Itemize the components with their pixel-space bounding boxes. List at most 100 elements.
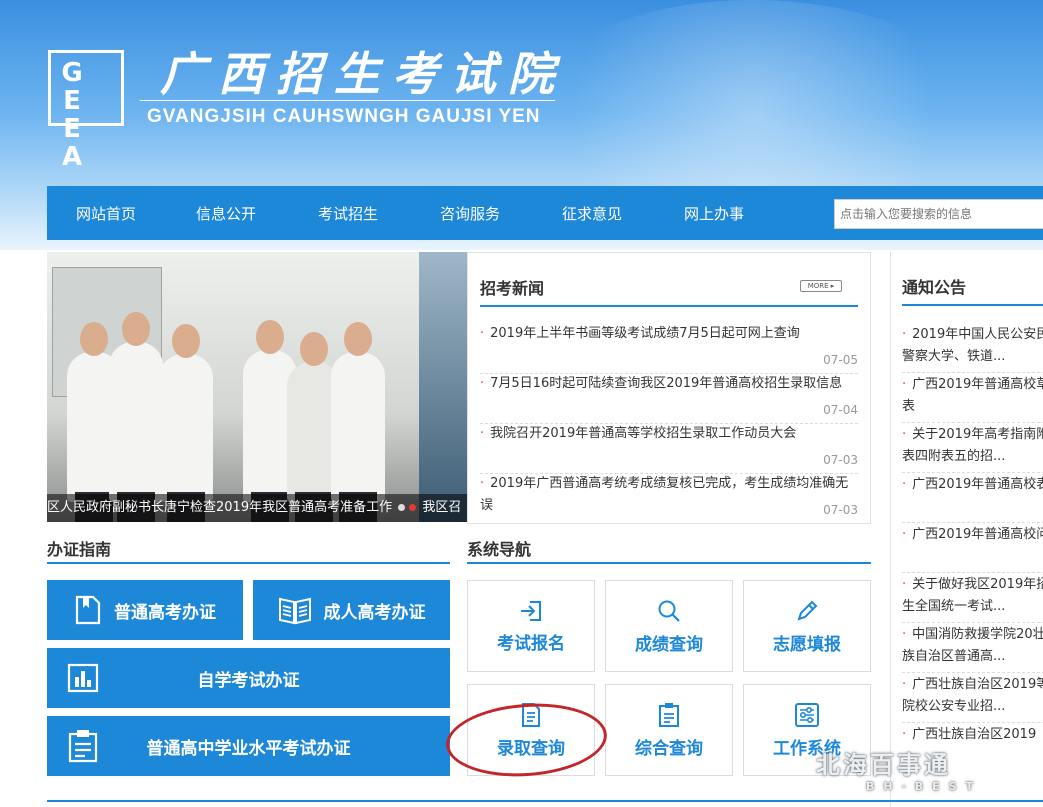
nav-exam-admission[interactable]: 考试招生 xyxy=(287,203,409,224)
news-item-title[interactable]: 2019年广西普通高考统考成绩复核已完成，考生成绩均准确无误 xyxy=(480,476,848,513)
logo-letter: E xyxy=(63,86,81,116)
notice-separator xyxy=(902,422,1043,423)
clipboard-icon xyxy=(68,730,98,763)
title-divider xyxy=(140,100,555,101)
slide-caption[interactable]: 区人民政府副秘书长唐宁检查2019年我区普通高考准备工作 我区召 xyxy=(47,494,467,522)
self-study-exam-cert-button[interactable]: 自学考试办证 xyxy=(47,648,450,708)
notice-item-title[interactable]: 广西2019年普通高校问 xyxy=(912,527,1043,542)
watermark-text: 北海百事通 xyxy=(816,751,951,779)
bar-chart-icon xyxy=(67,663,99,693)
search-input[interactable] xyxy=(834,199,1043,229)
notice-item[interactable]: · 2019年中国人民公安民警察大学、铁道... xyxy=(902,324,1043,368)
news-item[interactable]: · 2019年上半年书画等级考试成绩7月5日起可网上查询 07-05 xyxy=(480,323,858,367)
notice-item[interactable]: · 广西壮族自治区2019 xyxy=(902,724,1043,746)
news-title-underline xyxy=(480,305,858,307)
bullet-icon: · xyxy=(480,476,485,491)
guide-section-title: 办证指南 xyxy=(47,540,112,559)
nav-feedback[interactable]: 征求意见 xyxy=(531,203,653,224)
slide-caption-text: 区人民政府副秘书长唐宁检查2019年我区普通高考准备工作 xyxy=(47,500,393,515)
news-item-date: 07-04 xyxy=(823,403,858,417)
news-item-title[interactable]: 2019年上半年书画等级考试成绩7月5日起可网上查询 xyxy=(490,326,800,341)
button-label: 普通高考办证 xyxy=(114,602,216,623)
news-item[interactable]: · 2019年广西普通高考统考成绩复核已完成，考生成绩均准确无误 07-03 xyxy=(480,473,858,517)
bullet-icon: · xyxy=(480,376,485,391)
notice-separator xyxy=(902,722,1043,723)
notice-item-title[interactable]: 广西壮族自治区2019 xyxy=(912,727,1036,742)
exam-registration-tile[interactable]: 考试报名 xyxy=(467,580,595,672)
regular-exam-cert-button[interactable]: 普通高考办证 xyxy=(47,580,243,640)
news-item-date: 07-03 xyxy=(823,503,858,517)
bullet-icon: · xyxy=(480,326,485,341)
site-title: 广西招生考试院 xyxy=(160,47,566,101)
volunteer-filling-tile[interactable]: 志愿填报 xyxy=(743,580,871,672)
notice-separator xyxy=(902,372,1043,373)
notice-separator xyxy=(902,472,1043,473)
button-label: 成人高考办证 xyxy=(323,602,426,623)
pencil-icon xyxy=(797,600,818,621)
notice-separator xyxy=(902,672,1043,673)
notice-item[interactable]: · 广西2019年普通高校草表 xyxy=(902,374,1043,418)
more-button[interactable]: MORE ▸ xyxy=(800,280,842,292)
notice-item-title[interactable]: 关于做好我区2019年招生全国统一考试... xyxy=(902,577,1043,614)
notice-panel: 通知公告 · 2019年中国人民公安民警察大学、铁道... · 广西2019年普通高… xyxy=(890,252,1043,807)
site-subtitle: GVANGJSIH CAUHSWNGH GAUJSI YEN xyxy=(147,106,541,127)
slide-dot-active[interactable] xyxy=(409,504,417,511)
high-school-proficiency-cert-button[interactable]: 普通高中学业水平考试办证 xyxy=(47,716,450,776)
slide-caption-next: 我区召 xyxy=(422,500,462,515)
notice-item-title[interactable]: 中国消防救援学院20壮族自治区普通高... xyxy=(902,627,1043,664)
notice-item-title[interactable]: 广西壮族自治区2019等院校公安专业招... xyxy=(902,677,1043,714)
main-navbar: 网站首页 信息公开 考试招生 咨询服务 征求意见 网上办事 xyxy=(47,186,1043,240)
person-figure xyxy=(331,322,385,522)
guide-section-rule xyxy=(47,562,450,564)
nav-info-disclosure[interactable]: 信息公开 xyxy=(165,203,287,224)
site-logo[interactable]: G E E A xyxy=(48,50,124,171)
news-item[interactable]: · 我院召开2019年普通高等学校招生录取工作动员大会 07-03 xyxy=(480,423,858,467)
score-query-tile[interactable]: 成绩查询 xyxy=(605,580,733,672)
notice-item-title[interactable]: 2019年中国人民公安民警察大学、铁道... xyxy=(902,327,1043,364)
document-icon xyxy=(75,595,101,625)
news-item-date: 07-03 xyxy=(823,453,858,467)
button-label: 自学考试办证 xyxy=(197,670,300,691)
nav-online-services[interactable]: 网上办事 xyxy=(653,203,775,224)
notice-item[interactable]: · 广西壮族自治区2019等院校公安专业招... xyxy=(902,674,1043,718)
tile-label: 考试报名 xyxy=(497,633,565,654)
adult-exam-cert-button[interactable]: 成人高考办证 xyxy=(253,580,450,640)
nav-consulting[interactable]: 咨询服务 xyxy=(409,203,531,224)
logo-letter: A xyxy=(61,142,83,172)
notice-title-underline xyxy=(902,304,1043,306)
notice-item-title[interactable]: 广西2019年普通高校草表 xyxy=(902,377,1043,414)
notice-item[interactable]: · 关于2019年高考指南附表四附表五的招... xyxy=(902,424,1043,468)
watermark-logo: 北海百事通 BH·BEST xyxy=(816,745,1043,805)
person-figure xyxy=(109,312,163,522)
next-slide-peek xyxy=(419,252,467,522)
news-item[interactable]: · 7月5日16时起可陆续查询我区2019年普通高校招生录取信息 07-04 xyxy=(480,373,858,417)
notice-separator xyxy=(902,522,1043,523)
sliders-icon xyxy=(795,702,819,727)
tile-label: 成绩查询 xyxy=(635,634,703,655)
notice-item[interactable]: · 广西2019年普通高校表 xyxy=(902,474,1043,496)
news-item-date: 07-05 xyxy=(823,353,858,367)
bullet-icon: · xyxy=(480,426,485,441)
notice-item[interactable]: · 中国消防救援学院20壮族自治区普通高... xyxy=(902,624,1043,668)
notice-separator xyxy=(902,622,1043,623)
notice-item[interactable]: · 关于做好我区2019年招生全国统一考试... xyxy=(902,574,1043,618)
comprehensive-query-tile[interactable]: 综合查询 xyxy=(605,684,733,776)
search-icon xyxy=(658,600,680,622)
watermark-subtext: BH·BEST xyxy=(866,780,983,793)
system-nav-title: 系统导航 xyxy=(467,540,532,559)
sign-in-icon xyxy=(521,600,541,621)
news-slider[interactable]: 区人民政府副秘书长唐宁检查2019年我区普通高考准备工作 我区召 xyxy=(47,252,467,522)
slide-dot[interactable] xyxy=(398,504,406,511)
notice-item[interactable]: · 广西2019年普通高校问 xyxy=(902,524,1043,546)
notice-item-title[interactable]: 广西2019年普通高校表 xyxy=(912,477,1043,492)
tile-label: 综合查询 xyxy=(635,738,703,759)
news-item-title[interactable]: 我院召开2019年普通高等学校招生录取工作动员大会 xyxy=(490,426,796,441)
person-figure xyxy=(159,324,213,522)
nav-home[interactable]: 网站首页 xyxy=(47,203,165,224)
notice-separator xyxy=(902,572,1043,573)
notice-panel-title: 通知公告 xyxy=(902,278,967,297)
news-item-title[interactable]: 7月5日16时起可陆续查询我区2019年普通高校招生录取信息 xyxy=(490,376,842,391)
system-nav-rule xyxy=(467,562,871,564)
notice-item-title[interactable]: 关于2019年高考指南附表四附表五的招... xyxy=(902,427,1043,464)
logo-letter: G xyxy=(61,58,83,88)
